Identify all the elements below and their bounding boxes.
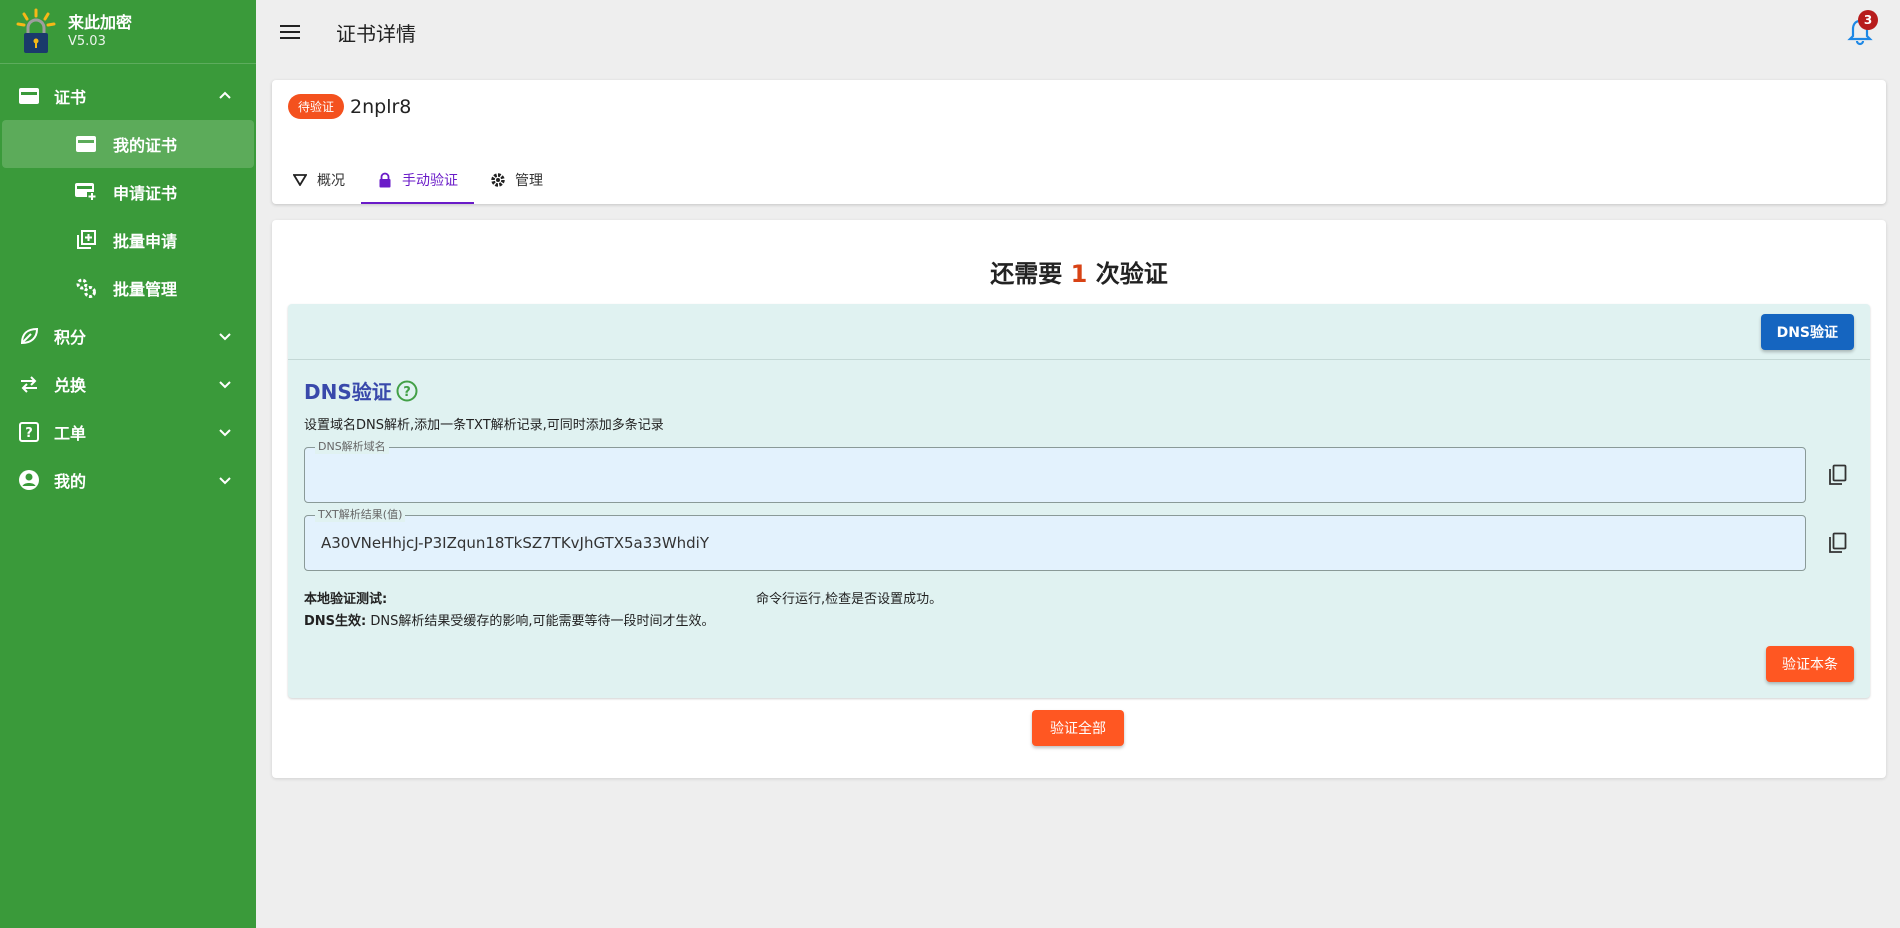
chevron-down-icon	[219, 381, 231, 389]
tab-overview[interactable]: 概况	[276, 156, 361, 204]
dns-effect-note: DNS生效: DNS解析结果受缓存的影响,可能需要等待一段时间才生效。	[304, 610, 715, 629]
top-bar: 证书详情 3	[256, 0, 1900, 64]
sidebar-group-label: 我的	[54, 472, 87, 491]
panel-toolbar: DNS验证	[288, 304, 1870, 360]
sidebar-item-apply-cert[interactable]: 申请证书	[2, 168, 254, 216]
gears-icon	[75, 277, 97, 299]
cert-header-card: 待验证 2nplr8 概况 手动验证 管理	[272, 80, 1886, 204]
hamburger-icon	[280, 25, 300, 39]
remaining-count: 1	[1070, 260, 1088, 288]
verify-this-button[interactable]: 验证本条	[1766, 646, 1854, 682]
dns-verify-panel: DNS验证 DNS验证 ? 设置域名DNS解析,添加一条TXT解析记录,可同时添…	[288, 304, 1870, 698]
chevron-down-icon	[219, 477, 231, 485]
txt-value-field: TXT解析结果(值)	[304, 508, 1806, 571]
tab-manage[interactable]: 管理	[474, 156, 559, 204]
question-box-icon: ?	[18, 421, 40, 443]
sidebar-group-label: 证书	[54, 88, 87, 107]
sidebar-item-label: 批量申请	[113, 232, 178, 251]
card-add-icon	[75, 181, 97, 203]
lock-sun-logo	[16, 8, 56, 53]
dns-verify-button[interactable]: DNS验证	[1760, 314, 1854, 350]
copy-txt-value-button[interactable]	[1822, 527, 1854, 559]
brand-name: 来此加密	[68, 12, 133, 32]
cert-id: 2nplr8	[350, 95, 412, 118]
section-title-text: DNS验证	[304, 380, 392, 404]
sidebar: 来此加密 V5.03 证书 我的证书 申请证书 批量申请 批量管理 积分 兑换 …	[0, 0, 256, 928]
txt-value-input[interactable]	[319, 516, 1791, 570]
dns-effect-label: DNS生效:	[304, 614, 367, 629]
brand-version: V5.03	[68, 33, 106, 49]
chevron-up-icon	[219, 91, 231, 99]
remaining-suffix: 次验证	[1095, 260, 1168, 288]
gear-icon	[490, 172, 506, 188]
verify-card: 还需要 1 次验证 DNS验证 DNS验证 ? 设置域名DNS解析,添加一条TX…	[272, 220, 1886, 778]
sidebar-item-label: 我的证书	[113, 136, 178, 155]
sidebar-group-label: 兑换	[54, 376, 87, 395]
status-badge: 待验证	[288, 94, 345, 119]
library-add-icon	[75, 229, 97, 251]
card-icon	[75, 133, 97, 155]
notification-button[interactable]: 3	[1844, 10, 1878, 48]
page-title: 证书详情	[336, 21, 416, 46]
leaf-icon	[18, 325, 40, 347]
sidebar-item-batch-apply[interactable]: 批量申请	[2, 216, 254, 264]
tab-label: 概况	[317, 173, 345, 189]
sidebar-group-points[interactable]: 积分	[0, 312, 256, 360]
dns-section-title: DNS验证 ?	[304, 376, 418, 405]
local-test-label: 本地验证测试:	[304, 592, 388, 607]
svg-text:?: ?	[403, 385, 411, 400]
dns-effect-text: DNS解析结果受缓存的影响,可能需要等待一段时间才生效。	[370, 614, 715, 629]
copy-icon	[1829, 532, 1847, 553]
sidebar-item-label: 申请证书	[113, 184, 178, 203]
local-test-text: 命令行运行,检查是否设置成功。	[756, 592, 943, 607]
sidebar-group-cert[interactable]: 证书	[0, 72, 256, 120]
sidebar-item-batch-manage[interactable]: 批量管理	[2, 264, 254, 312]
account-icon	[18, 469, 40, 491]
sidebar-group-tickets[interactable]: ? 工单	[0, 408, 256, 456]
sidebar-item-my-certs[interactable]: 我的证书	[2, 120, 254, 168]
help-icon[interactable]: ?	[396, 380, 418, 402]
dns-domain-input[interactable]	[319, 448, 1791, 502]
copy-icon	[1829, 464, 1847, 485]
tab-label: 管理	[515, 173, 543, 189]
notification-badge: 3	[1858, 10, 1878, 30]
chevron-down-icon	[219, 333, 231, 341]
cert-tabs: 概况 手动验证 管理	[276, 156, 559, 204]
local-test-note: 本地验证测试:	[304, 588, 387, 607]
remaining-verifications: 还需要 1 次验证	[272, 254, 1886, 289]
sidebar-group-label: 工单	[54, 424, 87, 443]
svg-text:?: ?	[25, 426, 33, 441]
sidebar-group-exchange[interactable]: 兑换	[0, 360, 256, 408]
tab-manual-verify[interactable]: 手动验证	[361, 156, 474, 204]
sidebar-group-mine[interactable]: 我的	[0, 456, 256, 504]
tab-label: 手动验证	[402, 173, 458, 189]
copy-dns-domain-button[interactable]	[1822, 459, 1854, 491]
menu-button[interactable]	[270, 12, 310, 52]
swap-icon	[18, 373, 40, 395]
lock-icon	[377, 172, 393, 188]
dns-domain-field: DNS解析域名	[304, 440, 1806, 503]
card-icon	[18, 85, 40, 107]
sidebar-item-label: 批量管理	[113, 280, 178, 299]
remaining-prefix: 还需要	[990, 260, 1063, 288]
brand[interactable]: 来此加密 V5.03	[0, 0, 256, 64]
chevron-down-icon	[219, 429, 231, 437]
verify-all-button[interactable]: 验证全部	[1032, 710, 1124, 746]
sidebar-group-label: 积分	[54, 328, 87, 347]
dns-description: 设置域名DNS解析,添加一条TXT解析记录,可同时添加多条记录	[304, 418, 664, 433]
triangle-down-icon	[292, 172, 308, 188]
